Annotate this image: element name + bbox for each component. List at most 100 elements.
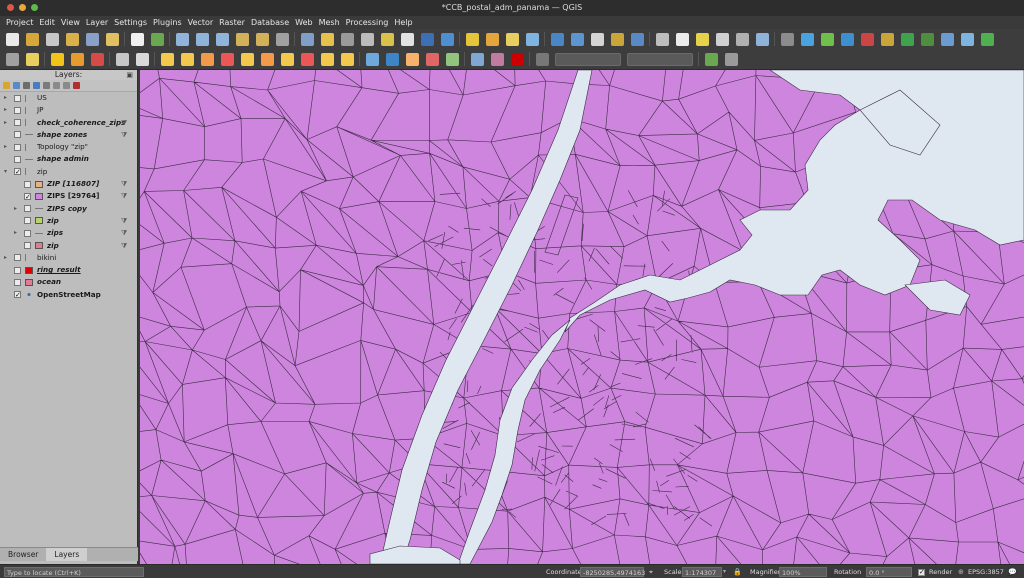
tb2-tool-icon-19[interactable] [385, 52, 399, 66]
expand-arrow-icon[interactable]: ▾ [4, 166, 10, 178]
layer-visibility-checkbox[interactable] [14, 94, 21, 102]
tb1-tool-icon-41[interactable] [840, 32, 854, 46]
tb1-tool-icon-13[interactable] [255, 32, 269, 46]
menu-mesh[interactable]: Mesh [316, 16, 343, 29]
layer-visibility-checkbox[interactable] [24, 205, 31, 213]
menu-raster[interactable]: Raster [216, 16, 248, 29]
tb2-tool-icon-8[interactable] [160, 52, 174, 66]
expand-all-icon[interactable] [53, 82, 60, 89]
scale-field[interactable]: 1:174307 [682, 567, 722, 577]
rotation-field[interactable]: 0.0 ° [866, 567, 912, 577]
layer-tree-item[interactable]: ZIPS [29764] ⧩ [0, 190, 137, 203]
tb2-tool-icon-12[interactable] [240, 52, 254, 66]
expand-arrow-icon[interactable]: ▸ [4, 92, 10, 104]
tb2-tool-icon-14[interactable] [280, 52, 294, 66]
scale-dropdown-icon[interactable]: ▾ [723, 567, 726, 577]
tb1-tool-icon-2[interactable] [25, 32, 39, 46]
tb1-tool-icon-43[interactable] [880, 32, 894, 46]
toggle-extents-icon[interactable]: ⌖ [649, 567, 653, 577]
tb2-tool-icon-21[interactable] [425, 52, 439, 66]
locator-input[interactable]: Type to locate (Ctrl+K) [4, 567, 144, 577]
layer-visibility-checkbox[interactable] [24, 217, 31, 225]
tb1-tool-icon-32[interactable] [655, 32, 669, 46]
render-checkbox[interactable] [918, 567, 925, 577]
layer-tree-item[interactable]: zip ⧩ [0, 240, 137, 252]
crs-button[interactable]: EPSG:3857 [968, 567, 1004, 577]
layer-tree-item[interactable]: shape admin [0, 153, 137, 165]
tb2-tool-icon-6[interactable] [115, 52, 129, 66]
maximize-window-button[interactable] [31, 4, 38, 11]
collapse-all-icon[interactable] [63, 82, 70, 89]
toolbar-combo[interactable] [555, 52, 621, 66]
menu-plugins[interactable]: Plugins [150, 16, 185, 29]
tb2-tool-icon-11[interactable] [220, 52, 234, 66]
tb1-tool-icon-36[interactable] [735, 32, 749, 46]
tb1-tool-icon-42[interactable] [860, 32, 874, 46]
map-render[interactable] [140, 70, 1024, 564]
tb2-tool-icon-22[interactable] [445, 52, 459, 66]
tb1-tool-icon-47[interactable] [960, 32, 974, 46]
layer-tree-item[interactable]: ZIP [116807] ⧩ [0, 178, 137, 190]
tb2-tool-icon-26[interactable] [535, 52, 549, 66]
expand-arrow-icon[interactable]: ▸ [14, 203, 20, 215]
tb1-tool-icon-8[interactable] [150, 32, 164, 46]
tb2-tool-icon-13[interactable] [260, 52, 274, 66]
coordinate-field[interactable]: -8250285,4974163 [580, 567, 645, 577]
tb2-tool-icon-15[interactable] [300, 52, 314, 66]
menu-layer[interactable]: Layer [83, 16, 111, 29]
layer-visibility-checkbox[interactable] [14, 119, 21, 127]
tb1-tool-icon-10[interactable] [195, 32, 209, 46]
layer-visibility-checkbox[interactable] [14, 143, 21, 151]
layer-visibility-checkbox[interactable] [14, 278, 21, 286]
menu-view[interactable]: View [58, 16, 83, 29]
layer-visibility-checkbox[interactable] [24, 229, 31, 237]
layer-tree-item[interactable]: ▸ US [0, 92, 137, 104]
tb2-tool-icon-16[interactable] [320, 52, 334, 66]
tb1-tool-icon-33[interactable] [675, 32, 689, 46]
filter-icon[interactable]: ⧩ [121, 190, 127, 202]
tab-browser[interactable]: Browser [0, 548, 46, 561]
filter-legend-icon[interactable] [33, 82, 40, 89]
layer-tree-item[interactable]: zip ⧩ [0, 215, 137, 227]
tb2-tool-icon-3[interactable] [50, 52, 64, 66]
expand-arrow-icon[interactable]: ▸ [4, 141, 10, 153]
tb1-tool-icon-24[interactable] [485, 32, 499, 46]
layer-visibility-checkbox[interactable] [24, 180, 31, 188]
layer-tree-item[interactable]: ▸ JP [0, 104, 137, 116]
remove-layer-icon[interactable] [73, 82, 80, 89]
expand-arrow-icon[interactable]: ▸ [4, 252, 10, 264]
tb2-tool-icon-4[interactable] [70, 52, 84, 66]
layer-visibility-checkbox[interactable] [14, 106, 21, 114]
filter-icon[interactable]: ⧩ [121, 178, 127, 190]
tb2-tool-icon-25[interactable] [510, 52, 524, 66]
filter-by-expression-icon[interactable] [43, 82, 50, 89]
tb1-tool-icon-22[interactable] [440, 32, 454, 46]
menu-edit[interactable]: Edit [36, 16, 58, 29]
layer-tree-item[interactable]: ▾ zip [0, 166, 137, 178]
tb1-tool-icon-20[interactable] [400, 32, 414, 46]
layer-visibility-checkbox[interactable] [14, 155, 21, 163]
filter-icon[interactable]: ⧩ [121, 117, 127, 129]
tb1-tool-icon-16[interactable] [320, 32, 334, 46]
tb1-tool-icon-34[interactable] [695, 32, 709, 46]
filter-icon[interactable]: ⧩ [121, 215, 127, 227]
tb1-tool-icon-27[interactable] [550, 32, 564, 46]
tb1-tool-icon-7[interactable] [130, 32, 144, 46]
tb2-tool-icon-1[interactable] [5, 52, 19, 66]
tb1-tool-icon-37[interactable] [755, 32, 769, 46]
tb1-tool-icon-18[interactable] [360, 32, 374, 46]
layer-visibility-checkbox[interactable] [14, 166, 21, 179]
tb2-tool-icon-2[interactable] [25, 52, 39, 66]
map-canvas[interactable] [140, 70, 1024, 564]
lock-scale-icon[interactable]: 🔒 [733, 567, 742, 577]
menu-database[interactable]: Database [248, 16, 292, 29]
tb2-tool-icon-9[interactable] [180, 52, 194, 66]
tb1-tool-icon-40[interactable] [820, 32, 834, 46]
expand-arrow-icon[interactable]: ▸ [4, 117, 10, 129]
tb1-tool-icon-25[interactable] [505, 32, 519, 46]
manage-map-themes-icon[interactable] [23, 82, 30, 89]
minimize-window-button[interactable] [19, 4, 26, 11]
layer-tree-item[interactable]: ocean [0, 276, 137, 288]
close-panel-icon[interactable]: ▣ [126, 70, 133, 80]
layer-tree-item[interactable]: OpenStreetMap [0, 289, 137, 302]
